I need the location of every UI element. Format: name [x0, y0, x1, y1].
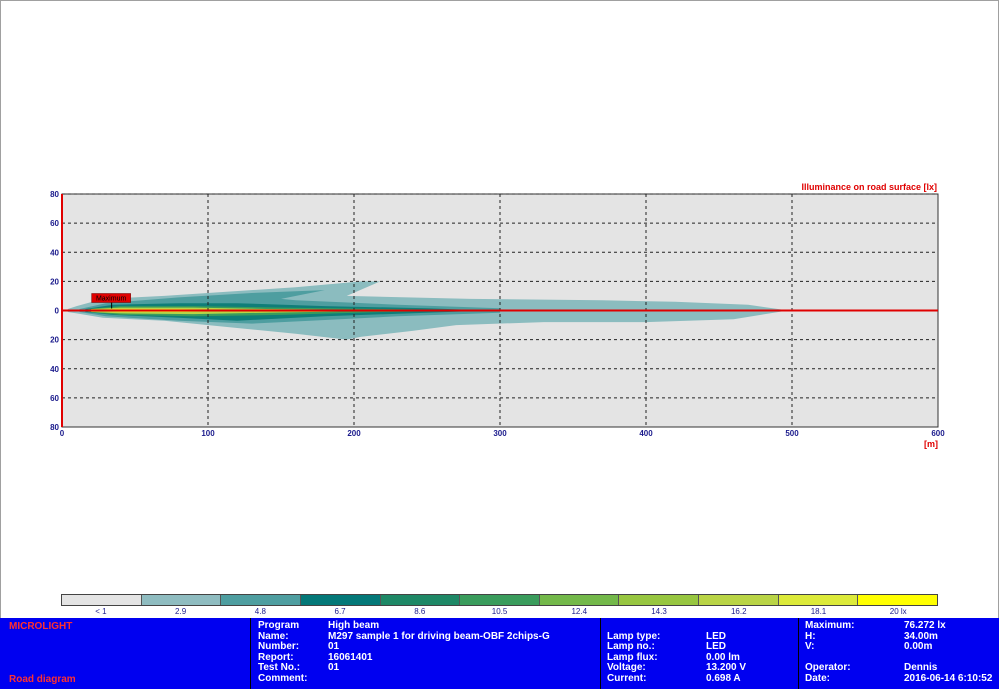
brand-label: MICROLIGHT — [9, 621, 73, 632]
y-tick-label: 0 — [55, 307, 60, 316]
program-value: 01 — [328, 641, 340, 652]
legend-swatch — [858, 595, 938, 605]
lamp-labels: Lamp type: Lamp no.: Lamp flux: Voltage: Cur… — [607, 631, 660, 685]
y-tick-label: 80 — [50, 423, 59, 432]
program-cell: Program Name: Number: Report: Test No.: Comme… — [251, 618, 601, 689]
x-axis-unit: [m] — [924, 439, 938, 449]
legend-label: 2.9 — [175, 607, 187, 616]
y-tick-label: 60 — [50, 394, 59, 403]
legend-label: 20 lx — [889, 607, 907, 616]
legend-swatch — [539, 595, 620, 605]
legend-swatch — [62, 595, 142, 605]
legend-label: 12.4 — [571, 607, 588, 616]
program-value: High beam — [328, 620, 380, 631]
measurement-labels: Maximum: H: V: Operator: Date: — [805, 620, 855, 684]
chart-title: Illuminance on road surface [lx] — [801, 182, 937, 192]
maximum-marker-label: Maximum — [96, 296, 127, 303]
lamp-value: 0.698 A — [706, 672, 741, 684]
program-values: High beam M297 sample 1 for driving beam-… — [328, 620, 550, 685]
illuminance-legend: < 1 2.9 4.8 6.7 8.6 10.5 12.4 14.3 16.2 18.1 20 lx — [61, 594, 938, 618]
lamp-label: Voltage: — [607, 662, 646, 673]
legend-label: 18.1 — [810, 607, 827, 616]
x-tick-label: 500 — [785, 429, 799, 438]
program-label: Program — [258, 620, 300, 631]
diagram-type-label: Road diagram — [9, 674, 76, 685]
measurement-value: 2016-06-14 6:10:52 — [904, 672, 993, 684]
legend-color-bar — [61, 594, 938, 606]
program-label: Comment: — [258, 672, 308, 684]
legend-swatch — [619, 595, 700, 605]
legend-swatch — [460, 595, 540, 605]
measurement-value: 76.272 lx — [904, 620, 946, 631]
legend-swatch — [778, 595, 859, 605]
program-value — [328, 674, 550, 685]
legend-label: 6.7 — [334, 607, 346, 616]
legend-label: 4.8 — [254, 607, 266, 616]
lamp-values: LED LED 0.00 lm 13.200 V 0.698 A — [706, 631, 747, 685]
program-value: 16061401 — [328, 651, 373, 663]
lamp-label: Lamp no.: — [607, 641, 655, 652]
road-diagram-chart: 0 100 200 300 400 500 60080604020020406080Maxi… — [50, 182, 945, 449]
legend-label: 16.2 — [730, 607, 747, 616]
lamp-label: Current: — [607, 672, 647, 684]
measurement-value: 0.00m — [904, 641, 933, 652]
legend-swatch — [699, 595, 779, 605]
legend-swatch — [380, 595, 461, 605]
measurement-label: V: — [805, 641, 815, 652]
program-value: M297 sample 1 for driving beam-OBF 2chip… — [328, 630, 550, 642]
measurement-label: Date: — [805, 672, 831, 684]
y-tick-label: 20 — [50, 336, 59, 345]
legend-label: < 1 — [95, 607, 107, 616]
lamp-cell: Lamp type: Lamp no.: Lamp flux: Voltage: Cur… — [601, 618, 799, 689]
measurement-values: 76.272 lx 34.00m 0.00m Dennis 2016-06-14 6:… — [904, 620, 993, 684]
program-label: Number: — [258, 641, 300, 652]
legend-swatch — [300, 595, 381, 605]
brand-cell: MICROLIGHT Road diagram — [0, 618, 251, 689]
legend-label: 10.5 — [491, 607, 508, 616]
legend-swatch — [221, 595, 301, 605]
y-tick-label: 40 — [50, 248, 59, 257]
x-tick-label: 200 — [347, 429, 361, 438]
x-tick-label: 300 — [493, 429, 507, 438]
measurement-cell: Maximum: H: V: Operator: Date: 76.272 lx 34.… — [799, 618, 999, 689]
lamp-value: 13.200 V — [706, 662, 747, 673]
x-tick-label: 400 — [639, 429, 653, 438]
x-tick-label: 600 — [931, 429, 945, 438]
measurement-value: Dennis — [904, 662, 938, 673]
program-label: Test No.: — [258, 662, 301, 673]
legend-swatch — [141, 595, 222, 605]
lamp-value: LED — [706, 641, 726, 652]
measurement-label: Maximum: — [805, 620, 855, 631]
x-tick-label: 100 — [201, 429, 215, 438]
x-tick-label: 0 — [60, 429, 65, 438]
y-tick-label: 40 — [50, 365, 59, 374]
info-panel: MICROLIGHT Road diagram Program Name: Numb… — [0, 618, 999, 689]
program-labels: Program Name: Number: Report: Test No.: Comme… — [258, 620, 308, 684]
y-tick-label: 60 — [50, 219, 59, 228]
y-tick-label: 20 — [50, 277, 59, 286]
y-tick-label: 80 — [50, 190, 59, 199]
legend-label: 14.3 — [651, 607, 667, 616]
legend-labels: < 1 2.9 4.8 6.7 8.6 10.5 12.4 14.3 16.2 18.1 20 lx — [61, 607, 938, 617]
legend-label: 8.6 — [414, 607, 426, 616]
measurement-label: Operator: — [805, 662, 851, 673]
program-value: 01 — [328, 662, 340, 673]
